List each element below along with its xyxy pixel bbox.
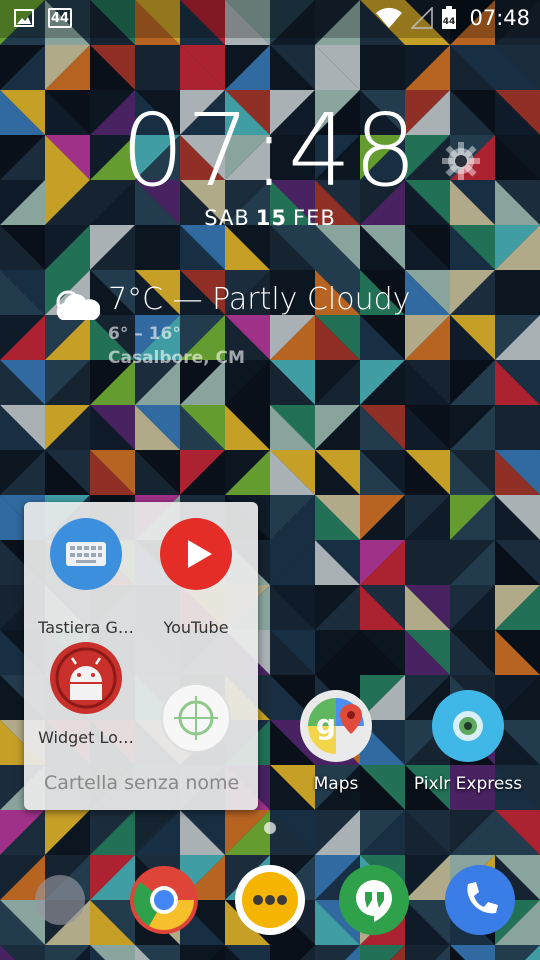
app-label: Pixlr Express (413, 774, 523, 794)
app-label: Tastiera G… (38, 618, 134, 637)
weather-location: Casalbore, CM (108, 348, 245, 368)
youtube-play-icon (160, 518, 232, 590)
battery-icon: 44 (442, 6, 457, 29)
keyboard-icon (50, 518, 122, 590)
crosshair-icon (161, 683, 231, 753)
app-label: Maps (313, 774, 359, 794)
weather-range: 6° – 16° (108, 324, 181, 344)
home-app-pixlr[interactable]: Pixlr Express (414, 690, 522, 794)
date-day: SAB (204, 206, 250, 230)
maps-icon: g (300, 690, 372, 762)
folder-name[interactable]: Cartella senza nome (44, 772, 254, 794)
image-icon (14, 9, 34, 27)
all-apps-icon[interactable] (234, 864, 306, 936)
chrome-icon[interactable] (128, 864, 200, 936)
signal-icon (411, 7, 434, 29)
pixlr-icon (432, 690, 504, 762)
status-time: 07:48 (469, 6, 530, 30)
svg-text:g: g (316, 708, 336, 741)
app-drawer-icon[interactable] (30, 870, 90, 930)
wifi-icon (376, 7, 403, 28)
page-indicator (264, 822, 276, 834)
date-number: 15 (255, 206, 287, 230)
svg-text:44: 44 (443, 17, 456, 27)
weather-condition: 7°C — Partly Cloudy (108, 282, 411, 317)
phone-icon[interactable] (444, 864, 516, 936)
home-app-maps[interactable]: g Maps (300, 690, 372, 794)
hangouts-icon[interactable] (338, 864, 410, 936)
gear-icon[interactable] (440, 140, 482, 182)
app-label: Widget Lo… (38, 728, 134, 747)
app-folder[interactable]: Tastiera G… YouTube Widget Lo… Cartella … (24, 502, 258, 810)
date-month: FEB (292, 206, 336, 230)
partly-cloudy-icon (56, 290, 100, 320)
android-icon (50, 642, 122, 714)
status-bar[interactable]: 44 44 07:48 (0, 0, 540, 38)
lockscreen-date: SAB 15 FEB (0, 206, 540, 230)
battery-44-icon: 44 (48, 8, 72, 28)
app-label: YouTube (163, 618, 229, 637)
